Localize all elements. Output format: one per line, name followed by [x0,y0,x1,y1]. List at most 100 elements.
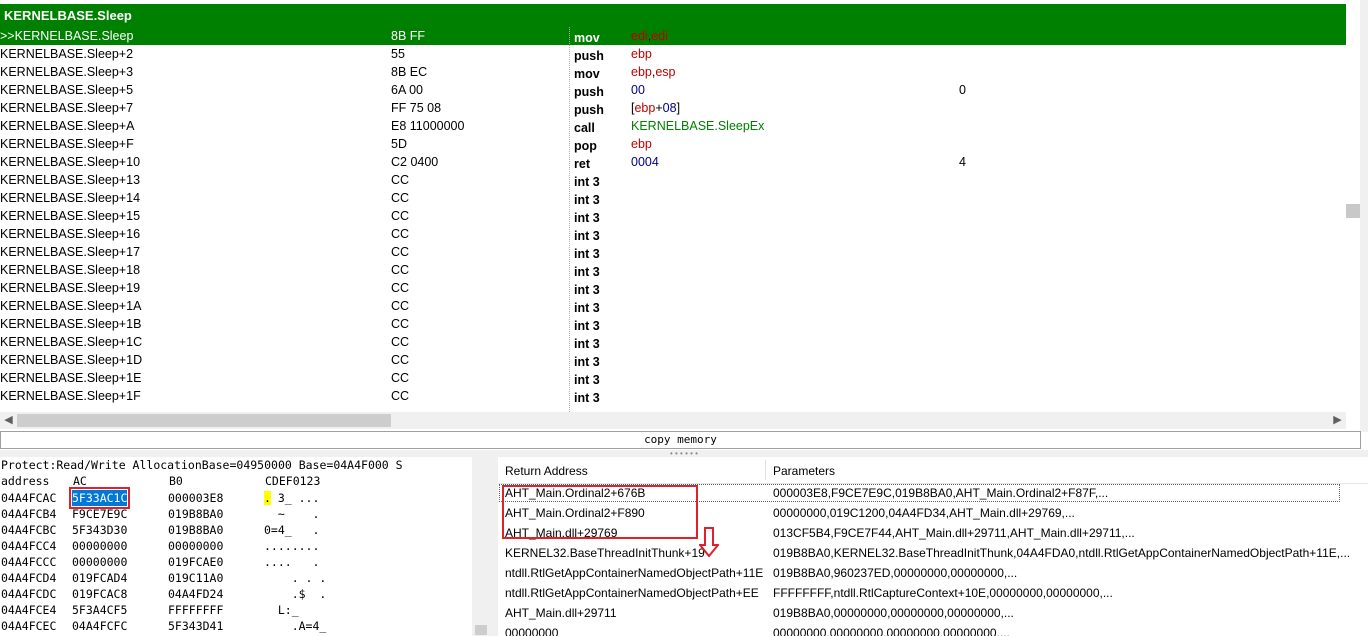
disasm-row[interactable]: KERNELBASE.Sleep+1E CC int 3 [0,369,1346,387]
disassembly-view[interactable]: KERNELBASE.Sleep >>KERNELBASE.Sleep 8B FF… [0,0,1346,412]
dump-value[interactable]: 019FCAD4 [72,570,127,586]
disasm-row[interactable]: KERNELBASE.Sleep+F 5D pop ebp [0,135,1346,153]
column-parameters[interactable]: Parameters [773,464,835,478]
disasm-row[interactable]: KERNELBASE.Sleep+10 C2 0400 ret 0004 4 [0,153,1346,171]
dump-row[interactable]: 04A4FCC4 00000000 00000000........ [0,538,490,554]
disasm-row[interactable]: KERNELBASE.Sleep+14 CC int 3 [0,189,1346,207]
dump-row[interactable]: 04A4FCDC 019FCAC8 04A4FD24 .$ . [0,586,490,602]
disasm-row[interactable]: KERNELBASE.Sleep+1B CC int 3 [0,315,1346,333]
disasm-bytes: CC [391,371,410,385]
dump-value[interactable]: 04A4FD24 [168,586,223,602]
disasm-row[interactable]: KERNELBASE.Sleep+16 CC int 3 [0,225,1346,243]
call-stack-row[interactable]: 00000000 00000000,00000000,00000000,00000… [498,623,1368,636]
pane-splitter[interactable]: • • • • • • [0,450,1368,458]
dump-vertical-scrollbar[interactable] [472,457,490,636]
disassembly-horizontal-scrollbar[interactable]: ◀ ▶ [0,412,1346,429]
dump-value[interactable]: 5F3A4CF5 [72,602,127,618]
disasm-row[interactable]: KERNELBASE.Sleep+5 6A 00 push 00 0 [0,81,1346,99]
disasm-address: KERNELBASE.Sleep+3 [0,65,134,79]
disasm-row[interactable]: KERNELBASE.Sleep+1C CC int 3 [0,333,1346,351]
bottom-pane-divider[interactable] [490,457,498,636]
disasm-bytes: CC [391,335,410,349]
dump-value[interactable]: 00000000 [168,538,223,554]
ascii-text: 0=4_ . [264,523,320,537]
dump-row[interactable]: 04A4FCEC 04A4FCFC 5F343D41 .A=4_ [0,618,490,634]
disasm-row[interactable]: KERNELBASE.Sleep+13 CC int 3 [0,171,1346,189]
dump-row[interactable]: 04A4FCCC 00000000 019FCAE0 .... . [0,554,490,570]
dump-value[interactable]: FFFFFFFF [168,602,223,618]
disassembly-vertical-scrollbar[interactable] [1360,0,1368,432]
horizontal-scroll-thumb[interactable] [17,414,391,427]
dump-value[interactable]: 019FCAE0 [168,554,223,570]
column-divider[interactable] [765,460,766,480]
dump-value[interactable]: 5F343D30 [72,522,127,538]
dump-address: 04A4FCCC [1,555,57,569]
dump-value[interactable]: 019FCAC8 [72,586,127,602]
memory-dump-view[interactable]: Protect:Read/Write AllocationBase=049500… [0,457,490,636]
column-separator [569,27,570,412]
dump-ascii: L:_ [264,602,299,618]
disasm-row[interactable]: KERNELBASE.Sleep+17 CC int 3 [0,243,1346,261]
call-stack-view[interactable]: Return Address Parameters AHT_Main.Ordin… [498,457,1368,636]
disasm-address: KERNELBASE.Sleep+18 [0,263,141,277]
scroll-left-icon[interactable]: ◀ [0,412,17,429]
dump-value[interactable]: 04A4FCFC [72,618,127,634]
call-stack-row[interactable]: ntdll.RtlGetAppContainerNamedObjectPath+… [498,563,1368,583]
call-stack-row[interactable]: ntdll.RtlGetAppContainerNamedObjectPath+… [498,583,1368,603]
dump-row[interactable]: 04A4FCD4 019FCAD4 019C11A0 . . . [0,570,490,586]
dump-scroll-thumb[interactable] [475,625,487,635]
dump-value[interactable]: 00000000 [72,554,127,570]
column-return-address[interactable]: Return Address [505,464,588,478]
call-stack-row[interactable]: AHT_Main.dll+29769 013CF5B4,F9CE7F44,AHT_… [498,523,1368,543]
disasm-row[interactable]: KERNELBASE.Sleep+1F CC int 3 [0,387,1346,405]
disasm-row[interactable]: KERNELBASE.Sleep+18 CC int 3 [0,261,1346,279]
dump-value[interactable]: 019C11A0 [168,570,223,586]
disasm-bytes: CC [391,389,410,403]
dump-value[interactable]: 5F343D41 [168,618,223,634]
disasm-row[interactable]: KERNELBASE.Sleep+7 FF 75 08 push [ebp+08] [0,99,1346,117]
disasm-row[interactable]: >>KERNELBASE.Sleep 8B FF mov edi,edi [0,27,1346,45]
disasm-row[interactable]: KERNELBASE.Sleep+1A CC int 3 [0,297,1346,315]
disasm-row[interactable]: KERNELBASE.Sleep+19 CC int 3 [0,279,1346,297]
dump-col-2: B0 [169,474,183,488]
dump-address: 04A4FCBC [1,523,57,537]
copy-memory-bar[interactable]: copy memory [0,431,1361,449]
dump-ascii: .A=4_ [264,618,327,634]
disasm-operands: 00 [631,81,645,99]
disasm-address: KERNELBASE.Sleep+16 [0,227,141,241]
disasm-address: KERNELBASE.Sleep+15 [0,209,141,223]
scroll-right-icon[interactable]: ▶ [1329,412,1346,429]
call-stack-row[interactable]: KERNEL32.BaseThreadInitThunk+19 019B8BA0,… [498,543,1368,563]
selected-dump-value[interactable]: 5F33AC1C [68,487,131,509]
disasm-row[interactable]: KERNELBASE.Sleep+15 CC int 3 [0,207,1346,225]
call-stack-row[interactable]: AHT_Main.Ordinal2+676B 000003E8,F9CE7E9C,… [498,483,1341,503]
dump-value[interactable]: 019B8BA0 [168,506,223,522]
dump-value[interactable]: F9CE7E9C [72,506,127,522]
disasm-row[interactable]: KERNELBASE.Sleep+A E8 11000000 call KERNELB… [0,117,1346,135]
operand-token: ebp [631,65,652,79]
call-stack-row[interactable]: AHT_Main.dll+29711 019B8BA0,00000000,0000… [498,603,1368,623]
parameters: 019B8BA0,00000000,00000000,00000000,... [773,606,1014,620]
dump-col-1: AC [73,474,87,488]
disasm-operands: edi,edi [631,27,668,45]
disasm-row[interactable]: KERNELBASE.Sleep+3 8B EC mov ebp,esp [0,63,1346,81]
parameters: 00000000,00000000,00000000,00000000,... [773,626,1010,636]
operand-token: 08 [662,101,677,115]
ascii-text: L:_ [264,603,299,617]
disasm-row[interactable]: KERNELBASE.Sleep+2 55 push ebp [0,45,1346,63]
disasm-address: KERNELBASE.Sleep+1C [0,335,143,349]
call-stack-row[interactable]: AHT_Main.Ordinal2+F890 00000000,019C1200,… [498,503,1368,523]
dump-value[interactable]: 00000000 [72,538,127,554]
disasm-mnemonic: int 3 [574,391,600,405]
dump-ascii: .... . [264,554,319,570]
dump-row[interactable]: 04A4FCBC 5F343D30 019B8BA0 0=4_ . [0,522,490,538]
dump-row[interactable]: 04A4FCAC 5F33AC1C 000003E8. 3_ ... [0,487,490,509]
dump-column-headers: address AC B0 CDEF0123 [1,474,490,490]
disasm-row[interactable]: KERNELBASE.Sleep+1D CC int 3 [0,351,1346,369]
dump-row[interactable]: 04A4FCE4 5F3A4CF5 FFFFFFFF L:_ [0,602,490,618]
disassembly-vertical-scroll-thumb[interactable] [1346,204,1360,218]
ascii-text: .... . [264,555,320,569]
dump-value[interactable]: 000003E8 [168,490,223,506]
dump-value[interactable]: 019B8BA0 [168,522,223,538]
dump-row[interactable]: 04A4FCB4 F9CE7E9C 019B8BA0 ~ . [0,506,490,522]
